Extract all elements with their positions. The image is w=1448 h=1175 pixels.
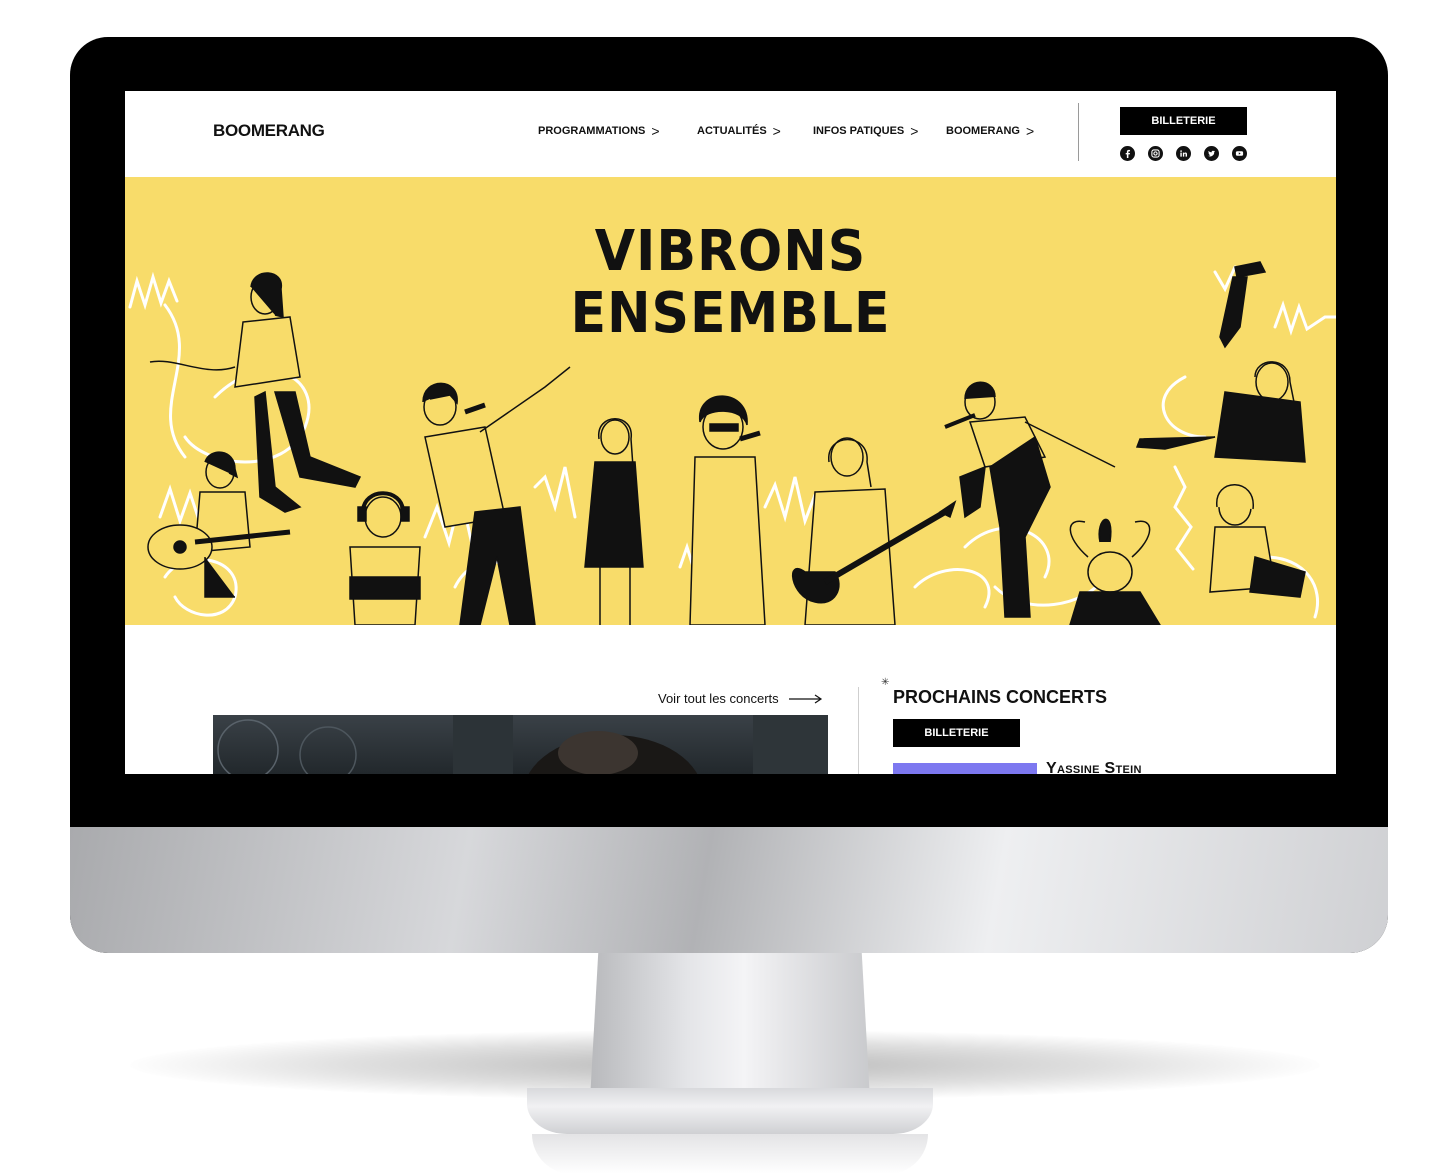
site-header: BOOMERANG PROGRAMMATIONS > ACTUALITÉS > …: [125, 91, 1336, 177]
base-reflection: [532, 1134, 928, 1174]
nav-divider: [1078, 103, 1079, 161]
facebook-icon[interactable]: [1120, 146, 1135, 161]
instagram-icon[interactable]: [1148, 146, 1163, 161]
see-all-concerts-link[interactable]: Voir tout les concerts: [658, 691, 823, 706]
chevron-right-icon: >: [910, 123, 919, 139]
upcoming-concerts-title: PROCHAINS CONCERTS: [893, 687, 1108, 707]
section-divider: [858, 687, 859, 774]
social-links: [1120, 146, 1247, 161]
concerts-section: Voir tout les concerts ✳ PROCHAINS CONCE…: [125, 625, 1336, 774]
billeterie-button-secondary[interactable]: BILLETERIE: [893, 719, 1020, 747]
monitor-chin: [70, 827, 1388, 953]
event-thumbnail[interactable]: [893, 763, 1037, 774]
nav-label: BOOMERANG: [946, 125, 1020, 137]
monitor: BOOMERANG PROGRAMMATIONS > ACTUALITÉS > …: [70, 37, 1388, 953]
sparkle-icon: ✳: [881, 677, 890, 688]
billeterie-button[interactable]: BILLETERIE: [1120, 107, 1247, 135]
nav-infos-pratiques[interactable]: INFOS PATIQUES >: [813, 123, 919, 139]
site-logo[interactable]: BOOMERANG: [213, 121, 325, 141]
linkedin-icon[interactable]: [1176, 146, 1191, 161]
twitter-icon[interactable]: [1204, 146, 1219, 161]
youtube-icon[interactable]: [1232, 146, 1247, 161]
nav-label: PROGRAMMATIONS: [538, 125, 646, 137]
nav-boomerang[interactable]: BOOMERANG >: [946, 123, 1035, 139]
nav-label: INFOS PATIQUES: [813, 125, 905, 137]
nav-programmations[interactable]: PROGRAMMATIONS >: [538, 123, 660, 139]
featured-concert-image[interactable]: [213, 715, 828, 774]
chevron-right-icon: >: [1025, 123, 1035, 139]
monitor-base: [527, 1088, 933, 1134]
monitor-stand: [590, 950, 870, 1100]
see-all-label: Voir tout les concerts: [658, 691, 779, 706]
hero-title-line-2: ENSEMBLE: [570, 281, 891, 346]
hero-banner: VIBRONS ENSEMBLE: [125, 177, 1336, 625]
chevron-right-icon: >: [772, 123, 781, 139]
arrow-right-icon: [788, 694, 822, 703]
event-name[interactable]: Yassine Stein: [1046, 760, 1142, 774]
nav-actualites[interactable]: ACTUALITÉS >: [697, 123, 781, 139]
chevron-right-icon: >: [651, 123, 660, 139]
website-screen: BOOMERANG PROGRAMMATIONS > ACTUALITÉS > …: [125, 91, 1336, 774]
hero-title-line-1: VIBRONS: [594, 219, 867, 284]
hero-title: VIBRONS ENSEMBLE: [167, 221, 1293, 345]
nav-label: ACTUALITÉS: [697, 125, 767, 137]
